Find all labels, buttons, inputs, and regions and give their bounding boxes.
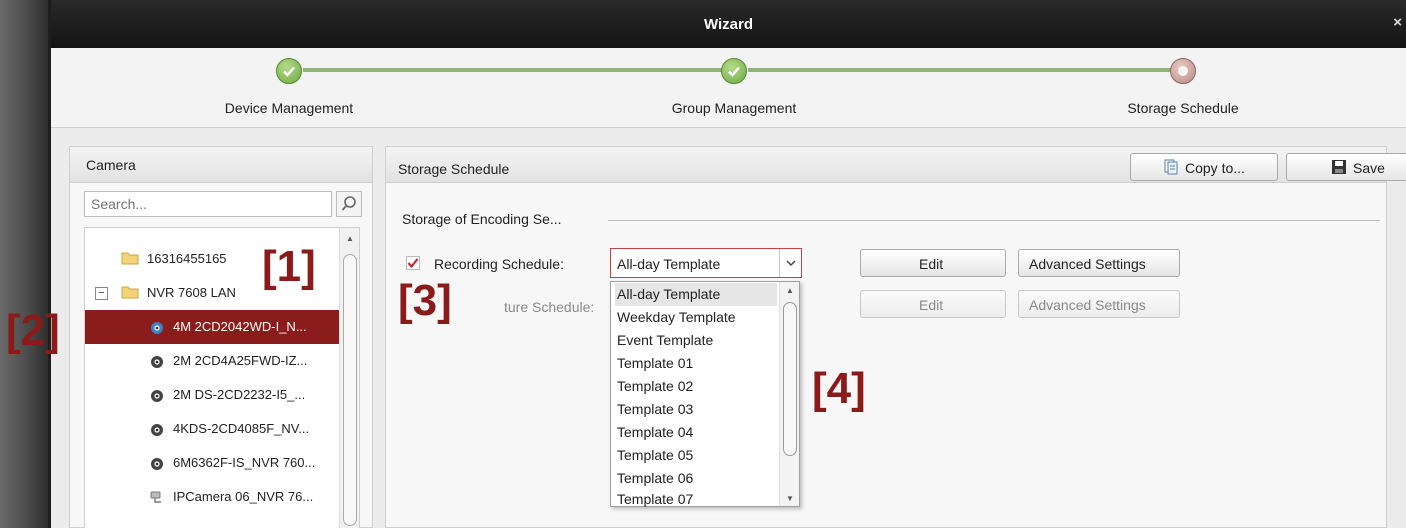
- tree-item-label: 2M 2CD4A25FWD-IZ...: [173, 353, 308, 368]
- template-option[interactable]: Event Template: [615, 329, 777, 352]
- capture-edit-button: Edit: [860, 290, 1006, 318]
- tree-item-camera[interactable]: 4KDS-2CD4085F_NV...: [85, 412, 339, 446]
- template-option[interactable]: Template 05: [615, 444, 777, 467]
- template-option[interactable]: Weekday Template: [615, 306, 777, 329]
- section-divider: [608, 220, 1380, 221]
- camera-panel-title: Camera: [70, 147, 372, 183]
- camera-icon: [151, 424, 163, 436]
- camera-icon: [151, 356, 163, 368]
- scroll-up-icon[interactable]: ▲: [786, 286, 794, 295]
- camera-tree[interactable]: 16316455165 − NVR 7608 LAN 4M 2CD2042WD-…: [84, 227, 360, 528]
- wizard-steps: Device Management Group Management Stora…: [51, 48, 1406, 128]
- tree-item-label: NVR 7608 LAN: [147, 285, 236, 300]
- step-group-management-check-icon[interactable]: [721, 58, 747, 84]
- wizard-window: Wizard × Device Management Group Managem…: [48, 0, 1406, 528]
- recording-template-value: All-day Template: [617, 256, 721, 272]
- recording-edit-label: Edit: [919, 256, 944, 272]
- annotation-1: [1]: [262, 242, 316, 291]
- tree-item-label: 16316455165: [147, 251, 227, 266]
- capture-advanced-settings-label: Advanced Settings: [1029, 297, 1146, 313]
- step-connector-1: [303, 68, 728, 72]
- save-label: Save: [1353, 160, 1385, 176]
- recording-schedule-label: Recording Schedule:: [434, 256, 564, 272]
- dropdown-arrow[interactable]: [779, 249, 801, 277]
- tree-item-label: 4KDS-2CD4085F_NV...: [173, 421, 310, 436]
- step-device-management-check-icon[interactable]: [276, 58, 302, 84]
- copy-to-button[interactable]: Copy to...: [1130, 153, 1278, 181]
- template-option[interactable]: Template 07: [615, 488, 777, 511]
- storage-schedule-panel: Storage Schedule Copy to... Save Storage…: [385, 146, 1406, 528]
- step-label-storage-schedule: Storage Schedule: [1127, 100, 1239, 116]
- tree-item-camera[interactable]: 6M6362F-IS_NVR 760...: [85, 446, 339, 480]
- folder-icon: [121, 252, 139, 265]
- recording-template-select[interactable]: All-day Template: [610, 248, 802, 278]
- recording-advanced-settings-label: Advanced Settings: [1029, 256, 1146, 272]
- scroll-up-icon[interactable]: ▲: [346, 234, 354, 243]
- template-dropdown-list[interactable]: All-day Template Weekday Template Event …: [610, 281, 800, 507]
- step-connector-2: [748, 68, 1183, 72]
- template-option[interactable]: Template 06: [615, 467, 777, 490]
- template-option[interactable]: Template 02: [615, 375, 777, 398]
- ip-camera-icon: [150, 491, 161, 503]
- floppy-disk-icon: [1332, 160, 1346, 174]
- template-option[interactable]: All-day Template: [615, 283, 777, 306]
- capture-schedule-label: ture Schedule:: [504, 299, 595, 315]
- camera-panel: Camera 16316455165 −: [69, 146, 373, 528]
- camera-icon: [151, 322, 163, 334]
- capture-advanced-settings-button: Advanced Settings: [1018, 290, 1180, 318]
- template-option[interactable]: Template 01: [615, 352, 777, 375]
- camera-icon: [151, 390, 163, 402]
- tree-item-label: 4M 2CD2042WD-I_N...: [173, 319, 307, 334]
- folder-icon: [121, 286, 139, 299]
- scroll-down-icon[interactable]: ▼: [786, 494, 794, 503]
- step-storage-schedule-current-icon[interactable]: [1170, 58, 1196, 84]
- tree-scrollbar[interactable]: ▲: [339, 228, 359, 528]
- recording-advanced-settings-button[interactable]: Advanced Settings: [1018, 249, 1180, 277]
- title-bar: Wizard ×: [51, 0, 1406, 48]
- storage-panel-title: Storage Schedule: [398, 161, 510, 177]
- annotation-2: [2]: [6, 306, 60, 355]
- window-title: Wizard: [703, 16, 754, 33]
- step-label-device-management: Device Management: [224, 100, 354, 116]
- tree-item-label: IPCamera 06_NVR 76...: [173, 489, 314, 504]
- annotation-3: [3]: [398, 276, 452, 325]
- step-label-group-management: Group Management: [671, 100, 797, 116]
- tree-item-label: 2M DS-2CD2232-I5_...: [173, 387, 306, 402]
- copy-to-label: Copy to...: [1185, 160, 1245, 176]
- camera-search: [84, 191, 362, 217]
- dropdown-scrollbar-thumb[interactable]: [783, 302, 797, 456]
- tree-item-camera[interactable]: 2M DS-2CD2232-I5_...: [85, 378, 339, 412]
- chevron-down-icon: [786, 260, 796, 267]
- tree-item-label: 6M6362F-IS_NVR 760...: [173, 455, 316, 470]
- recording-edit-button[interactable]: Edit: [860, 249, 1006, 277]
- save-button[interactable]: Save: [1286, 153, 1406, 181]
- section-title-encoding: Storage of Encoding Se...: [402, 211, 562, 227]
- desktop-backdrop: [0, 0, 48, 528]
- tree-item-camera[interactable]: 2M 2CD4A25FWD-IZ...: [85, 344, 339, 378]
- capture-edit-label: Edit: [919, 297, 944, 313]
- copy-icon: [1164, 159, 1178, 175]
- camera-icon: [151, 458, 163, 470]
- search-icon: [341, 196, 356, 211]
- close-icon[interactable]: ×: [1393, 14, 1402, 31]
- template-option[interactable]: Template 04: [615, 421, 777, 444]
- annotation-4: [4]: [812, 364, 866, 413]
- camera-search-input[interactable]: [84, 191, 332, 217]
- search-button[interactable]: [336, 191, 362, 217]
- dropdown-scrollbar[interactable]: ▲ ▼: [779, 282, 799, 506]
- tree-scrollbar-thumb[interactable]: [343, 254, 357, 526]
- collapse-icon[interactable]: −: [95, 287, 108, 300]
- tree-item-camera-selected[interactable]: 4M 2CD2042WD-I_N...: [85, 310, 339, 344]
- template-option[interactable]: Template 03: [615, 398, 777, 421]
- tree-item-ipcamera[interactable]: IPCamera 06_NVR 76...: [85, 480, 339, 514]
- recording-checkbox-checked-icon[interactable]: [406, 256, 420, 270]
